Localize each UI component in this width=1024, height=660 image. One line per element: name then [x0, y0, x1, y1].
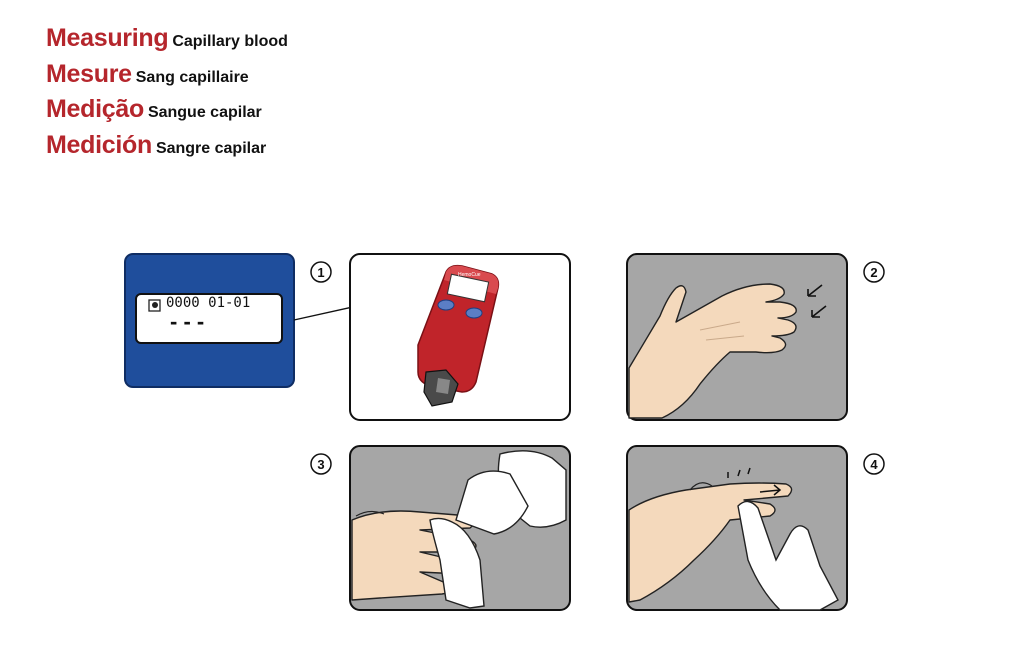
step-4-panel — [626, 445, 848, 611]
step-number-text: 3 — [317, 457, 324, 472]
instruction-illustration: 0000 01-01 - - - HemoCue 1 2 3 4 — [124, 253, 885, 611]
step-number-4: 4 — [863, 453, 885, 475]
step-number-1: 1 — [310, 261, 332, 283]
step-number-3: 3 — [310, 453, 332, 475]
display-zoom-panel: 0000 01-01 - - - — [124, 253, 295, 388]
step-number-text: 1 — [317, 265, 324, 280]
step-number-2: 2 — [863, 261, 885, 283]
display-dashes: - - - — [170, 309, 204, 334]
step-number-text: 2 — [870, 265, 877, 280]
step-number-text: 4 — [870, 457, 878, 472]
drop-icon — [148, 299, 161, 312]
device-brand: HemoCue — [458, 272, 481, 278]
step-2-panel — [626, 253, 848, 421]
step-1-panel: HemoCue — [349, 253, 571, 421]
step-3-panel — [349, 445, 571, 611]
